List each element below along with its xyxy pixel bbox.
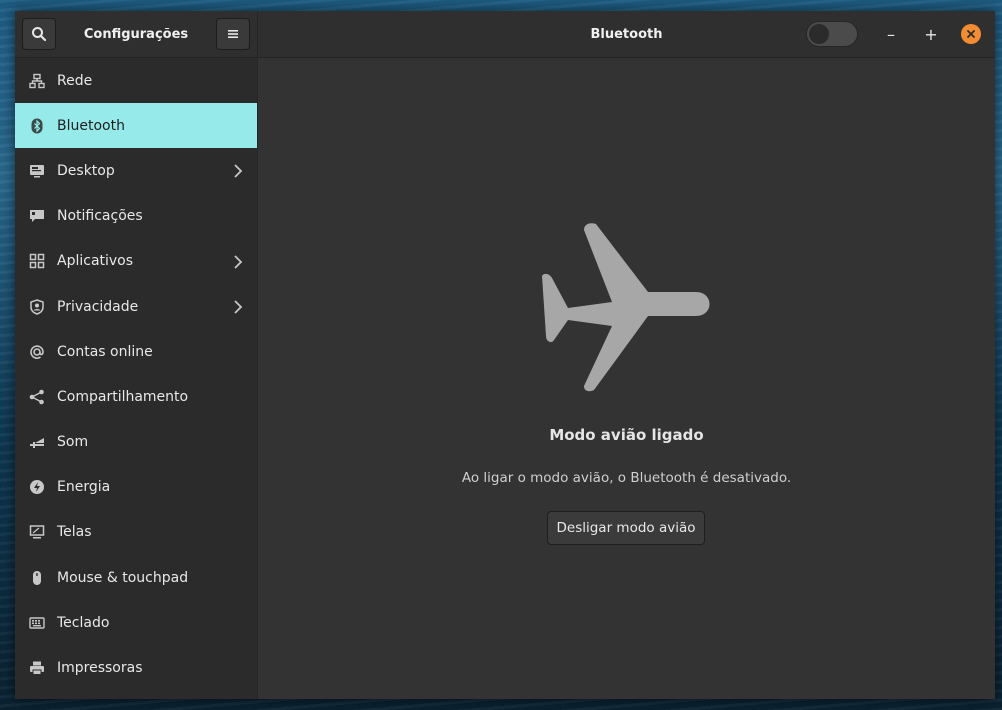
- close-button[interactable]: [961, 24, 981, 44]
- sidebar-item-energia[interactable]: Energia: [15, 465, 257, 510]
- page-header: Bluetooth – +: [258, 11, 995, 58]
- search-button[interactable]: [22, 18, 56, 50]
- maximize-icon: +: [924, 24, 938, 44]
- mouse-icon: [29, 570, 45, 586]
- sidebar-item-aplicativos[interactable]: Aplicativos: [15, 239, 257, 284]
- disable-airplane-mode-button[interactable]: Desligar modo avião: [547, 511, 705, 545]
- sidebar-item-contas-online[interactable]: Contas online: [15, 329, 257, 374]
- chevron-right-icon: [234, 300, 243, 314]
- sidebar-item-label: Som: [57, 434, 89, 451]
- sidebar-item-notificacoes[interactable]: Notificações: [15, 194, 257, 239]
- bluetooth-toggle[interactable]: [806, 21, 858, 47]
- sidebar-item-label: Rede: [57, 72, 93, 89]
- bluetooth-panel: Modo avião ligado Ao ligar o modo avião,…: [258, 58, 995, 699]
- sidebar-item-mouse-touchpad[interactable]: Mouse & touchpad: [15, 555, 257, 600]
- search-icon: [32, 27, 47, 42]
- sidebar-item-label: Notificações: [57, 208, 143, 225]
- power-icon: [29, 479, 45, 495]
- sidebar-item-privacidade[interactable]: Privacidade: [15, 284, 257, 329]
- notifications-icon: [29, 208, 45, 224]
- network-icon: [29, 73, 45, 89]
- sound-icon: [29, 434, 45, 450]
- sidebar-item-bluetooth[interactable]: Bluetooth: [15, 103, 257, 149]
- sidebar: Rede Bluetooth Desktop Notificações Apli…: [15, 58, 257, 699]
- menu-button[interactable]: [216, 18, 250, 50]
- printer-icon: [29, 660, 45, 676]
- hamburger-menu-icon: [228, 30, 238, 38]
- maximize-button[interactable]: +: [921, 24, 941, 44]
- sidebar-header: Configurações: [15, 11, 257, 58]
- sidebar-item-label: Compartilhamento: [57, 388, 189, 405]
- sidebar-item-teclado[interactable]: Teclado: [15, 600, 257, 645]
- sidebar-item-label: Teclado: [57, 614, 110, 631]
- chevron-right-icon: [234, 255, 243, 269]
- airplane-mode-title: Modo avião ligado: [549, 426, 704, 444]
- keyboard-icon: [29, 615, 45, 631]
- sidebar-item-label: Privacidade: [57, 298, 139, 315]
- sidebar-item-som[interactable]: Som: [15, 420, 257, 465]
- apps-grid-icon: [29, 253, 45, 269]
- settings-window: Configurações Bluetooth – + Rede Bluetoo…: [15, 11, 995, 699]
- sidebar-item-desktop[interactable]: Desktop: [15, 148, 257, 193]
- sidebar-item-label: Aplicativos: [57, 253, 134, 270]
- sidebar-item-label: Mouse & touchpad: [57, 569, 189, 586]
- privacy-icon: [29, 298, 45, 315]
- sidebar-item-rede[interactable]: Rede: [15, 58, 257, 103]
- airplane-mode-description: Ao ligar o modo avião, o Bluetooth é des…: [461, 470, 792, 486]
- share-icon: [29, 389, 45, 405]
- sidebar-item-telas[interactable]: Telas: [15, 510, 257, 555]
- sidebar-item-label: Contas online: [57, 343, 153, 360]
- display-icon: [29, 524, 45, 540]
- sidebar-item-label: Energia: [57, 479, 111, 496]
- airplane-icon: [542, 223, 710, 392]
- sidebar-item-impressoras[interactable]: Impressoras: [15, 645, 257, 690]
- sidebar-item-label: Desktop: [57, 162, 115, 179]
- app-title: Configurações: [83, 26, 189, 42]
- toggle-knob: [809, 24, 829, 44]
- at-sign-icon: [29, 344, 45, 360]
- sidebar-item-compartilhamento[interactable]: Compartilhamento: [15, 374, 257, 419]
- chevron-right-icon: [234, 164, 243, 179]
- sidebar-item-label: Impressoras: [57, 660, 143, 677]
- close-icon: [967, 30, 975, 38]
- minimize-button[interactable]: –: [881, 24, 901, 44]
- sidebar-item-label: Bluetooth: [57, 117, 125, 134]
- bluetooth-icon: [29, 118, 45, 134]
- minimize-icon: –: [887, 24, 895, 44]
- sidebar-item-label: Telas: [57, 524, 92, 541]
- desktop-icon: [29, 163, 45, 179]
